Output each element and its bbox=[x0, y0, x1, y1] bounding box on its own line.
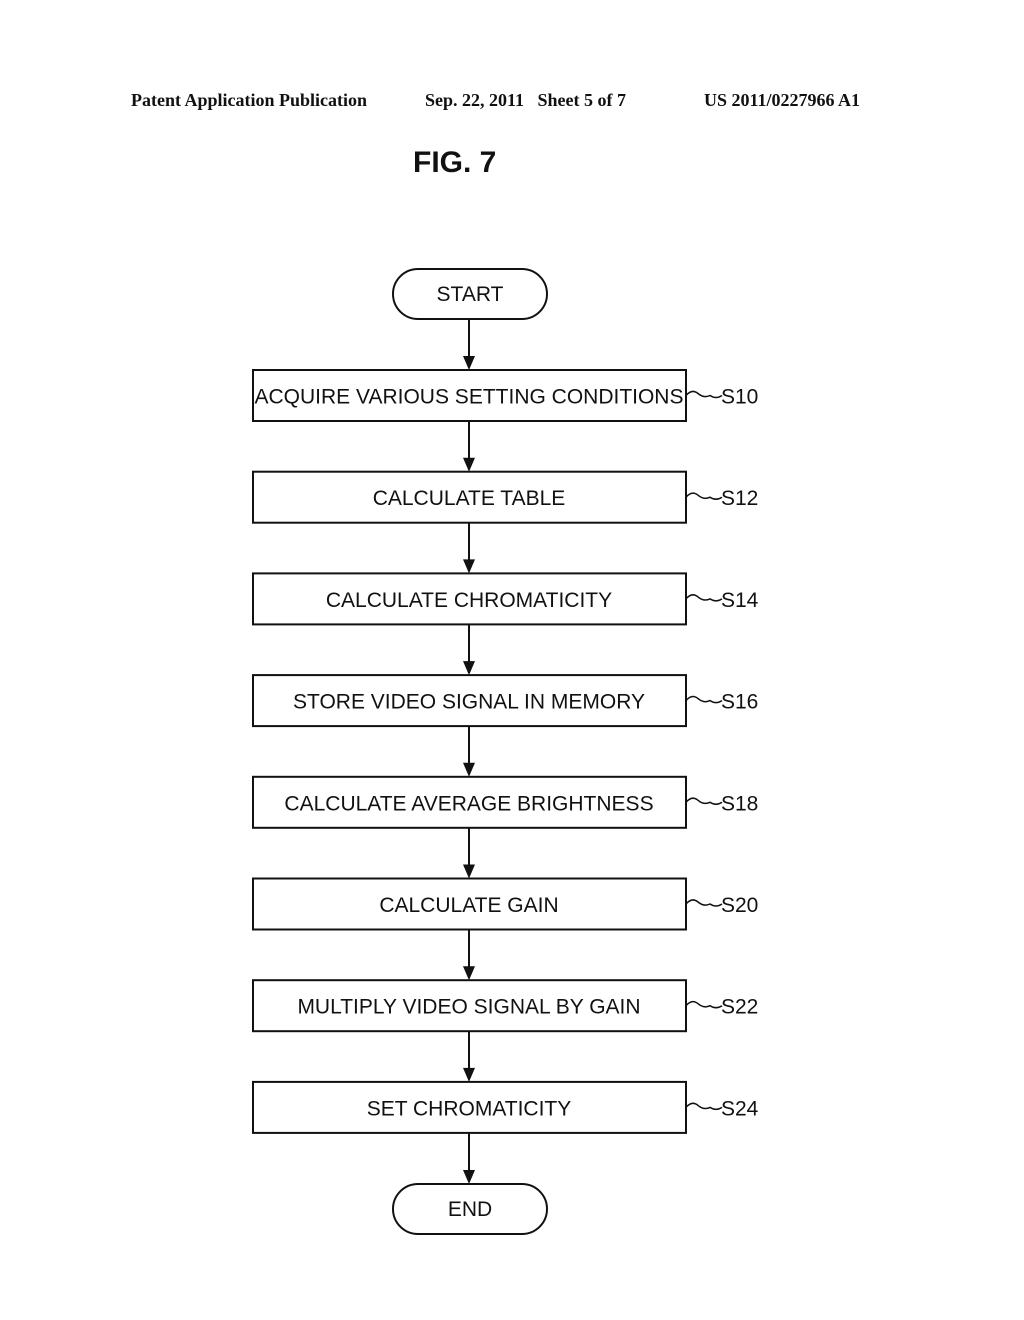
process-step-s20: CALCULATE GAIN S20 bbox=[252, 877, 758, 931]
end-terminal-label: END bbox=[448, 1198, 492, 1221]
process-label: CALCULATE TABLE bbox=[373, 487, 566, 510]
start-terminal-label: START bbox=[437, 283, 504, 306]
step-number: S16 bbox=[721, 691, 758, 714]
step-number: S18 bbox=[721, 792, 758, 815]
process-label: CALCULATE GAIN bbox=[379, 894, 558, 917]
step-leader-line bbox=[685, 492, 723, 500]
end-terminal: END bbox=[392, 1183, 548, 1235]
process-step-s10: ACQUIRE VARIOUS SETTING CONDITIONS S10 bbox=[252, 369, 758, 422]
arrow-head bbox=[463, 1067, 475, 1082]
step-leader-line bbox=[685, 594, 723, 602]
step-number: S22 bbox=[721, 996, 758, 1019]
step-number: S24 bbox=[721, 1097, 759, 1120]
arrow-head bbox=[463, 966, 475, 981]
step-leader-line bbox=[685, 1000, 723, 1009]
arrow-head bbox=[463, 1170, 475, 1184]
step-leader-line bbox=[685, 1102, 723, 1111]
arrow-head bbox=[463, 356, 475, 370]
step-leader-line bbox=[685, 390, 723, 399]
flowchart: START ACQUIRE VARIOUS SETTING CONDITIONS S… bbox=[252, 268, 759, 1235]
step-leader-line bbox=[685, 797, 723, 806]
process-label: SET CHROMATICITY bbox=[367, 1097, 572, 1120]
arrow-head bbox=[463, 864, 475, 879]
step-number: S12 bbox=[721, 487, 758, 510]
step-leader-line bbox=[685, 899, 723, 907]
process-step-s22: MULTIPLY VIDEO SIGNAL BY GAIN S22 bbox=[252, 979, 758, 1033]
step-number: S10 bbox=[721, 386, 758, 409]
process-step-s16: STORE VIDEO SIGNAL IN MEMORY S16 bbox=[252, 674, 758, 728]
process-step-s24: SET CHROMATICITY S24 bbox=[252, 1080, 759, 1134]
arrow-head bbox=[463, 457, 475, 472]
start-terminal: START bbox=[392, 268, 548, 320]
process-label: MULTIPLY VIDEO SIGNAL BY GAIN bbox=[297, 996, 640, 1019]
process-step-s18: CALCULATE AVERAGE BRIGHTNESS S18 bbox=[252, 775, 758, 829]
step-number: S14 bbox=[721, 589, 759, 612]
process-step-s12: CALCULATE TABLE S12 bbox=[252, 470, 758, 524]
step-number: S20 bbox=[721, 894, 758, 917]
arrow-head bbox=[463, 762, 475, 777]
arrow-head bbox=[463, 559, 475, 574]
process-step-s14: CALCULATE CHROMATICITY S14 bbox=[252, 572, 759, 626]
process-label: CALCULATE CHROMATICITY bbox=[326, 589, 612, 612]
arrow-head bbox=[463, 661, 475, 676]
process-label: STORE VIDEO SIGNAL IN MEMORY bbox=[293, 691, 645, 714]
process-label: ACQUIRE VARIOUS SETTING CONDITIONS bbox=[255, 386, 684, 409]
step-leader-line bbox=[685, 695, 723, 704]
process-label: CALCULATE AVERAGE BRIGHTNESS bbox=[284, 792, 653, 815]
